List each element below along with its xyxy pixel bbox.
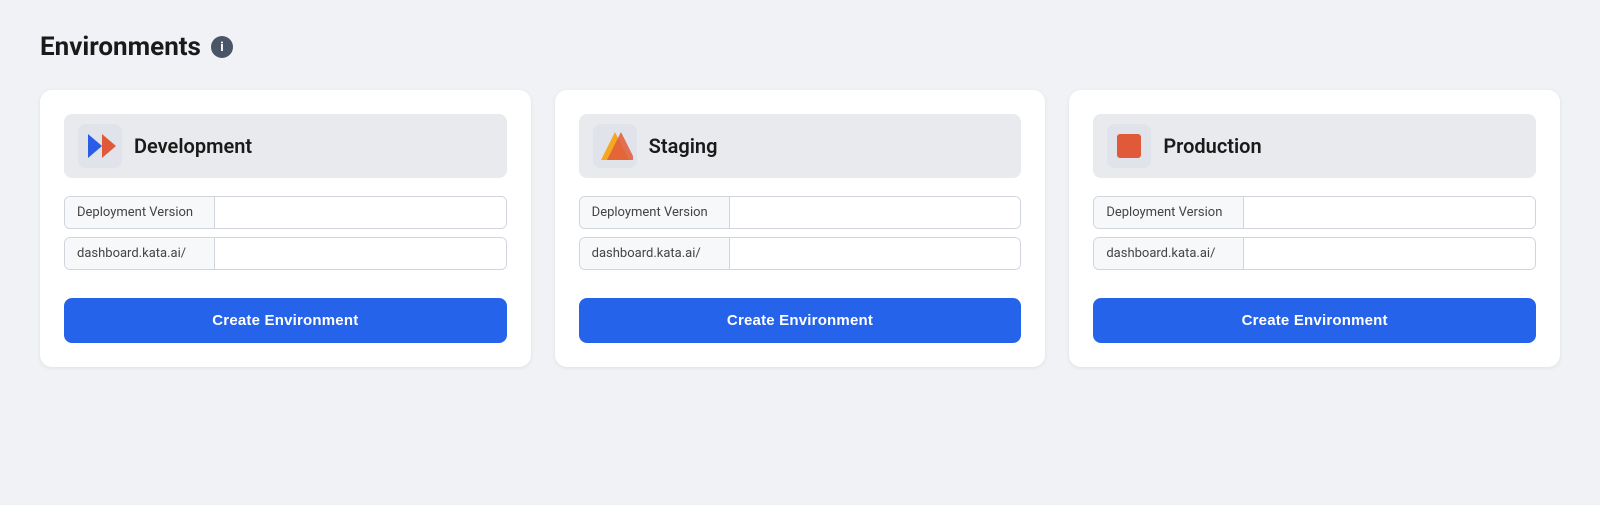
env-card-production: Production Deployment Version dashboard.… <box>1069 90 1560 367</box>
env-card-staging: Staging Deployment Version dashboard.kat… <box>555 90 1046 367</box>
page-header: Environments i <box>40 32 1560 62</box>
dashboard-url-value[interactable] <box>215 238 506 269</box>
env-card-staging-header: Staging <box>579 114 1022 178</box>
create-environment-button-development[interactable]: Create Environment <box>64 298 507 343</box>
production-dashboard-url-label: dashboard.kata.ai/ <box>1094 238 1244 269</box>
production-field-deployment: Deployment Version <box>1093 196 1536 229</box>
staging-fields: Deployment Version dashboard.kata.ai/ <box>579 196 1022 270</box>
deployment-version-value[interactable] <box>215 197 506 228</box>
development-fields: Deployment Version dashboard.kata.ai/ <box>64 196 507 270</box>
development-name: Development <box>134 134 252 158</box>
production-field-url: dashboard.kata.ai/ <box>1093 237 1536 270</box>
staging-deployment-version-value[interactable] <box>730 197 1021 228</box>
production-dashboard-url-value[interactable] <box>1244 238 1535 269</box>
create-environment-button-staging[interactable]: Create Environment <box>579 298 1022 343</box>
staging-field-url: dashboard.kata.ai/ <box>579 237 1022 270</box>
page-title: Environments <box>40 32 201 62</box>
development-icon <box>78 124 122 168</box>
create-environment-button-production[interactable]: Create Environment <box>1093 298 1536 343</box>
env-card-production-header: Production <box>1093 114 1536 178</box>
deployment-version-label: Deployment Version <box>65 197 215 228</box>
staging-field-deployment: Deployment Version <box>579 196 1022 229</box>
env-card-development: Development Deployment Version dashboard… <box>40 90 531 367</box>
env-card-development-header: Development <box>64 114 507 178</box>
staging-name: Staging <box>649 134 718 158</box>
production-icon <box>1107 124 1151 168</box>
staging-icon <box>593 124 637 168</box>
production-deployment-version-label: Deployment Version <box>1094 197 1244 228</box>
staging-dashboard-url-label: dashboard.kata.ai/ <box>580 238 730 269</box>
staging-deployment-version-label: Deployment Version <box>580 197 730 228</box>
production-name: Production <box>1163 134 1261 158</box>
production-fields: Deployment Version dashboard.kata.ai/ <box>1093 196 1536 270</box>
info-icon[interactable]: i <box>211 36 233 58</box>
production-deployment-version-value[interactable] <box>1244 197 1535 228</box>
staging-dashboard-url-value[interactable] <box>730 238 1021 269</box>
cards-grid: Development Deployment Version dashboard… <box>40 90 1560 367</box>
development-field-deployment: Deployment Version <box>64 196 507 229</box>
dashboard-url-label: dashboard.kata.ai/ <box>65 238 215 269</box>
development-field-url: dashboard.kata.ai/ <box>64 237 507 270</box>
